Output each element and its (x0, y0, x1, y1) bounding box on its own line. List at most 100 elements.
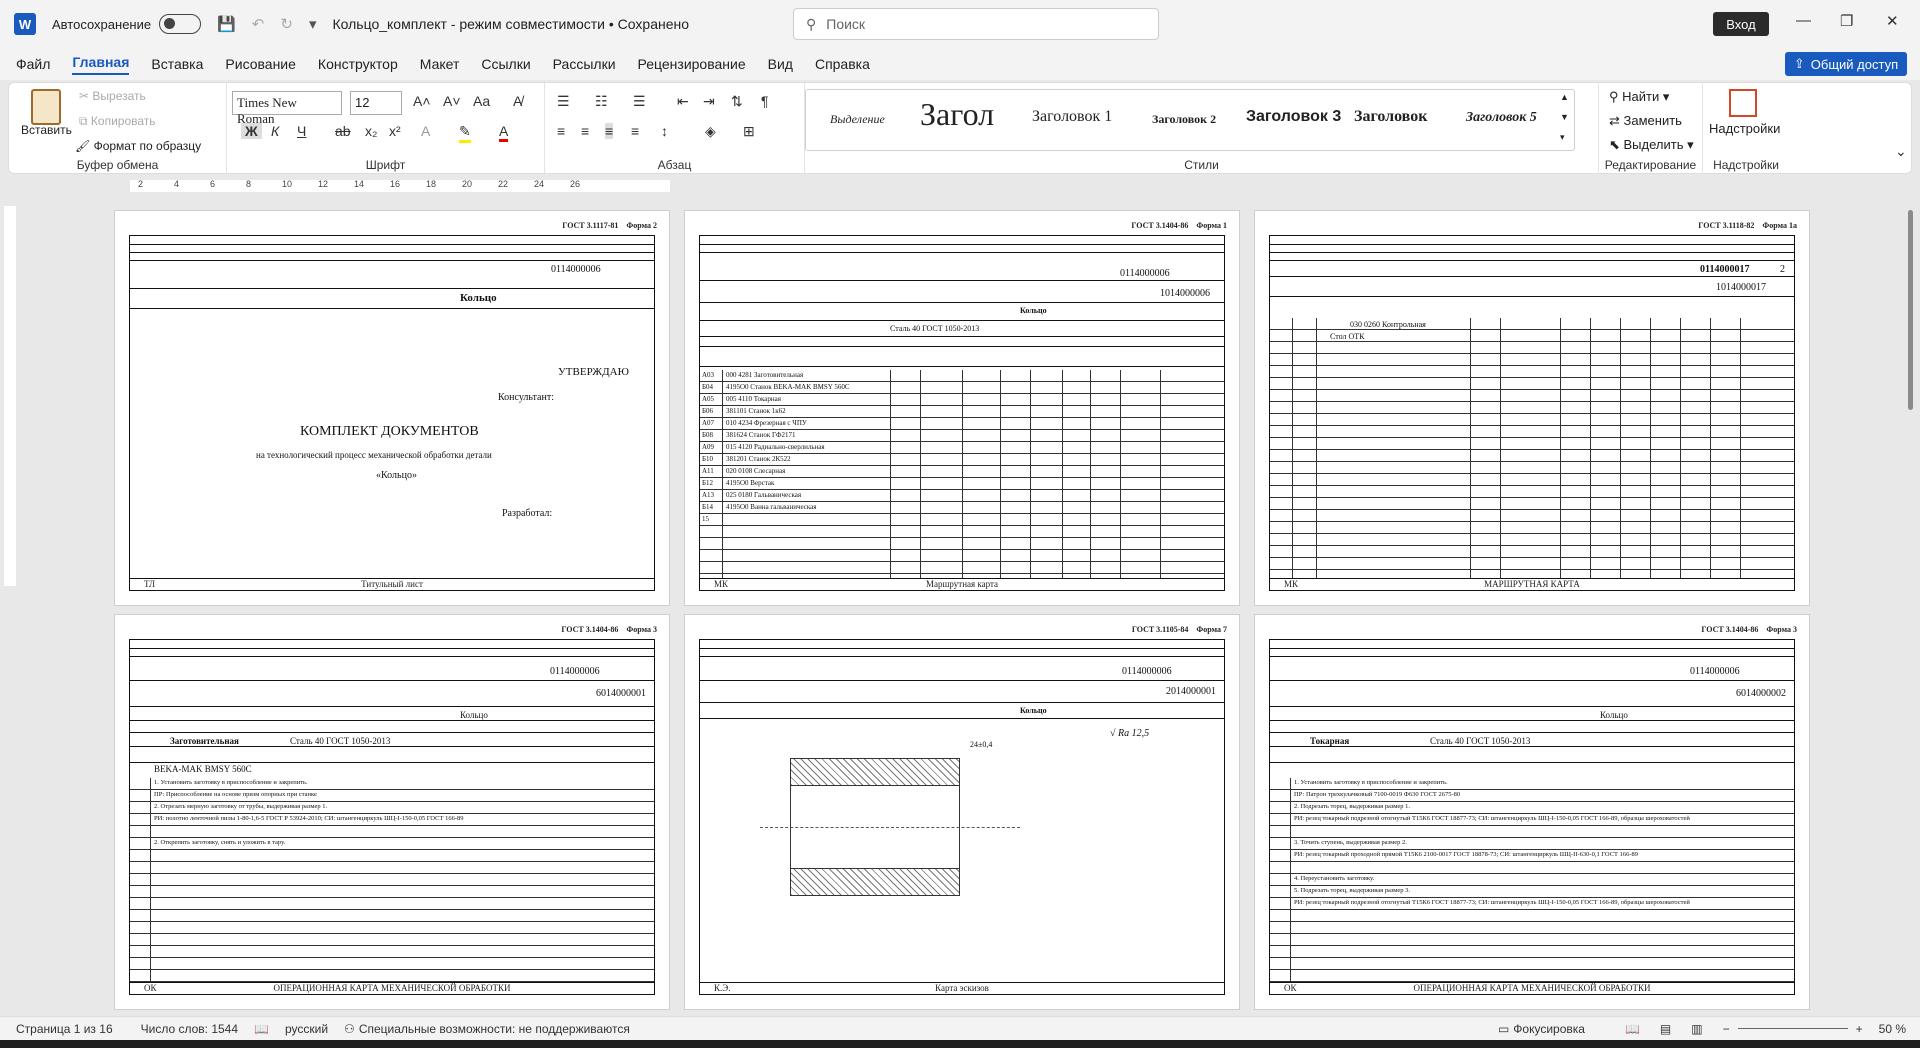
change-case-button[interactable]: Aa (473, 93, 490, 109)
tab-2[interactable]: Вставка (151, 56, 203, 72)
print-layout-icon[interactable]: ▤ (1660, 1022, 1671, 1036)
tab-8[interactable]: Рецензирование (638, 56, 746, 72)
tab-3[interactable]: Рисование (225, 56, 296, 72)
find-button[interactable]: ⚲ Найти ▾ (1609, 89, 1669, 105)
shading-icon[interactable]: ◈ (705, 123, 716, 140)
multilevel-icon[interactable]: ☰ (633, 93, 646, 110)
pilcrow-icon[interactable]: ¶ (761, 93, 769, 109)
align-center-icon[interactable]: ≡ (581, 123, 589, 139)
tab-0[interactable]: Файл (16, 56, 50, 72)
vertical-scrollbar[interactable] (1906, 200, 1916, 1010)
focus-icon[interactable]: ▭ (1498, 1022, 1509, 1036)
style-title[interactable]: Загол (920, 96, 994, 133)
align-left-icon[interactable]: ≡ (557, 123, 565, 139)
font-size-select[interactable]: 12 (350, 91, 402, 115)
page-1[interactable]: ГОСТ 3.1117-81 Форма 2 0114000006 Кольцо… (114, 210, 670, 606)
replace-button[interactable]: ⇄ Заменить (1609, 113, 1682, 129)
cut-button[interactable]: ✂ Вырезать (79, 89, 146, 103)
zoom-level[interactable]: 50 % (1879, 1022, 1906, 1036)
line-spacing-icon[interactable]: ↕ (661, 123, 668, 139)
superscript-button[interactable]: x² (389, 123, 401, 139)
style-heading-3[interactable]: Заголовок 3 (1246, 108, 1346, 126)
accessibility-status[interactable]: Специальные возможности: не поддерживают… (359, 1022, 630, 1036)
text-effects-icon[interactable]: A (421, 123, 430, 139)
search-input[interactable]: ⚲ Поиск (793, 8, 1159, 40)
select-button[interactable]: ⬉ Выделить ▾ (1609, 137, 1694, 153)
accessibility-icon[interactable]: ⚇ (344, 1022, 355, 1036)
copy-button[interactable]: ⧉ Копировать (79, 114, 156, 129)
proofing-icon[interactable]: 📖 (254, 1022, 269, 1036)
scrollbar-thumb[interactable] (1908, 210, 1913, 410)
save-icon[interactable]: 💾 (217, 15, 236, 33)
page-2[interactable]: ГОСТ 3.1404-86 Форма 1 0114000006 101400… (684, 210, 1240, 606)
clipboard-group-label: Буфер обмена (76, 158, 159, 172)
styles-scroll-down-icon[interactable]: ▼ (1560, 112, 1569, 122)
shrink-font-button[interactable]: A˅ (443, 93, 461, 109)
tab-4[interactable]: Конструктор (318, 56, 398, 72)
focus-mode[interactable]: Фокусировка (1513, 1022, 1585, 1036)
tab-7[interactable]: Рассылки (553, 56, 616, 72)
borders-icon[interactable]: ⊞ (743, 123, 755, 140)
paste-icon[interactable] (31, 89, 61, 125)
underline-button[interactable]: Ч (297, 123, 306, 139)
zoom-in-icon[interactable]: + (1856, 1022, 1863, 1036)
paste-button[interactable]: Вставить (21, 123, 72, 137)
grow-font-button[interactable]: A˄ (413, 93, 431, 109)
tab-9[interactable]: Вид (768, 56, 793, 72)
addins-icon[interactable] (1729, 89, 1757, 117)
style-heading-2[interactable]: Заголовок 2 (1152, 112, 1216, 127)
collapse-ribbon-icon[interactable]: ⌄ (1895, 143, 1907, 160)
font-color-icon[interactable]: A (499, 123, 509, 142)
decrease-indent-icon[interactable]: ⇤ (677, 93, 689, 110)
page-4[interactable]: ГОСТ 3.1404-86 Форма 3 0114000006 601400… (114, 614, 670, 1010)
page4-frame: 0114000006 6014000001 Кольцо Заготовител… (129, 639, 655, 995)
share-button[interactable]: ⇪ Общий доступ (1785, 52, 1907, 76)
clear-format-icon[interactable]: A̸ (513, 93, 522, 109)
tab-10[interactable]: Справка (815, 56, 870, 72)
customize-qat-icon[interactable]: ▾ (309, 15, 317, 33)
page1-developed: Разработал: (502, 508, 553, 519)
autosave-toggle[interactable] (159, 14, 202, 34)
bullets-icon[interactable]: ☰ (557, 93, 570, 110)
style-heading-5[interactable]: Заголовок 5 (1466, 110, 1537, 126)
tab-5[interactable]: Макет (420, 56, 460, 72)
login-button[interactable]: Вход (1713, 12, 1769, 36)
style-emphasis[interactable]: Выделение (830, 112, 885, 127)
style-heading[interactable]: Заголовок (1354, 108, 1427, 126)
font-name-select[interactable]: Times New Roman (232, 91, 342, 126)
bold-button[interactable]: Ж (241, 123, 262, 139)
page-count[interactable]: Страница 1 из 16 (16, 1022, 113, 1036)
tab-1[interactable]: Главная (72, 54, 130, 75)
increase-indent-icon[interactable]: ⇥ (703, 93, 715, 110)
addins-button[interactable]: Надстройки (1709, 121, 1780, 136)
subscript-button[interactable]: x₂ (365, 123, 377, 139)
read-mode-icon[interactable]: 📖 (1625, 1022, 1640, 1036)
highlight-icon[interactable]: ✎ (459, 123, 471, 143)
align-right-icon[interactable]: ≡ (605, 123, 614, 139)
web-layout-icon[interactable]: ▥ (1691, 1022, 1702, 1036)
page-5[interactable]: ГОСТ 3.1105-84 Форма 7 0114000006 201400… (684, 614, 1240, 1010)
zoom-out-icon[interactable]: − (1723, 1022, 1730, 1036)
page-6[interactable]: ГОСТ 3.1404-86 Форма 3 0114000006 601400… (1254, 614, 1810, 1010)
numbering-icon[interactable]: ☷ (595, 93, 608, 110)
styles-scroll-up-icon[interactable]: ▲ (1560, 92, 1569, 102)
restore-icon[interactable]: ❐ (1840, 12, 1853, 30)
document-title[interactable]: Кольцо_комплект - режим совместимости • … (332, 16, 689, 32)
redo-icon[interactable]: ↻ (280, 15, 293, 33)
strikethrough-button[interactable]: ab (335, 123, 351, 139)
tab-6[interactable]: Ссылки (481, 56, 530, 72)
justify-icon[interactable]: ≡ (631, 123, 639, 139)
italic-button[interactable]: К (271, 123, 279, 139)
style-heading-1[interactable]: Заголовок 1 (1032, 108, 1112, 126)
page1-subtitle: на технологический процесс механической … (256, 450, 492, 460)
zoom-slider[interactable] (1737, 1028, 1848, 1029)
sort-icon[interactable]: ⇅ (731, 93, 743, 110)
word-count[interactable]: Число слов: 1544 (141, 1022, 238, 1036)
page-3[interactable]: ГОСТ 3.1118-82 Форма 1а 0114000017 2 101… (1254, 210, 1810, 606)
format-painter-button[interactable]: 🖌 Формат по образцу (75, 139, 201, 153)
minimize-icon[interactable]: — (1796, 12, 1811, 29)
undo-icon[interactable]: ↶ (252, 15, 265, 33)
language[interactable]: русский (285, 1022, 328, 1036)
close-icon[interactable]: ✕ (1886, 12, 1899, 30)
styles-more-icon[interactable]: ▾ (1560, 132, 1565, 143)
